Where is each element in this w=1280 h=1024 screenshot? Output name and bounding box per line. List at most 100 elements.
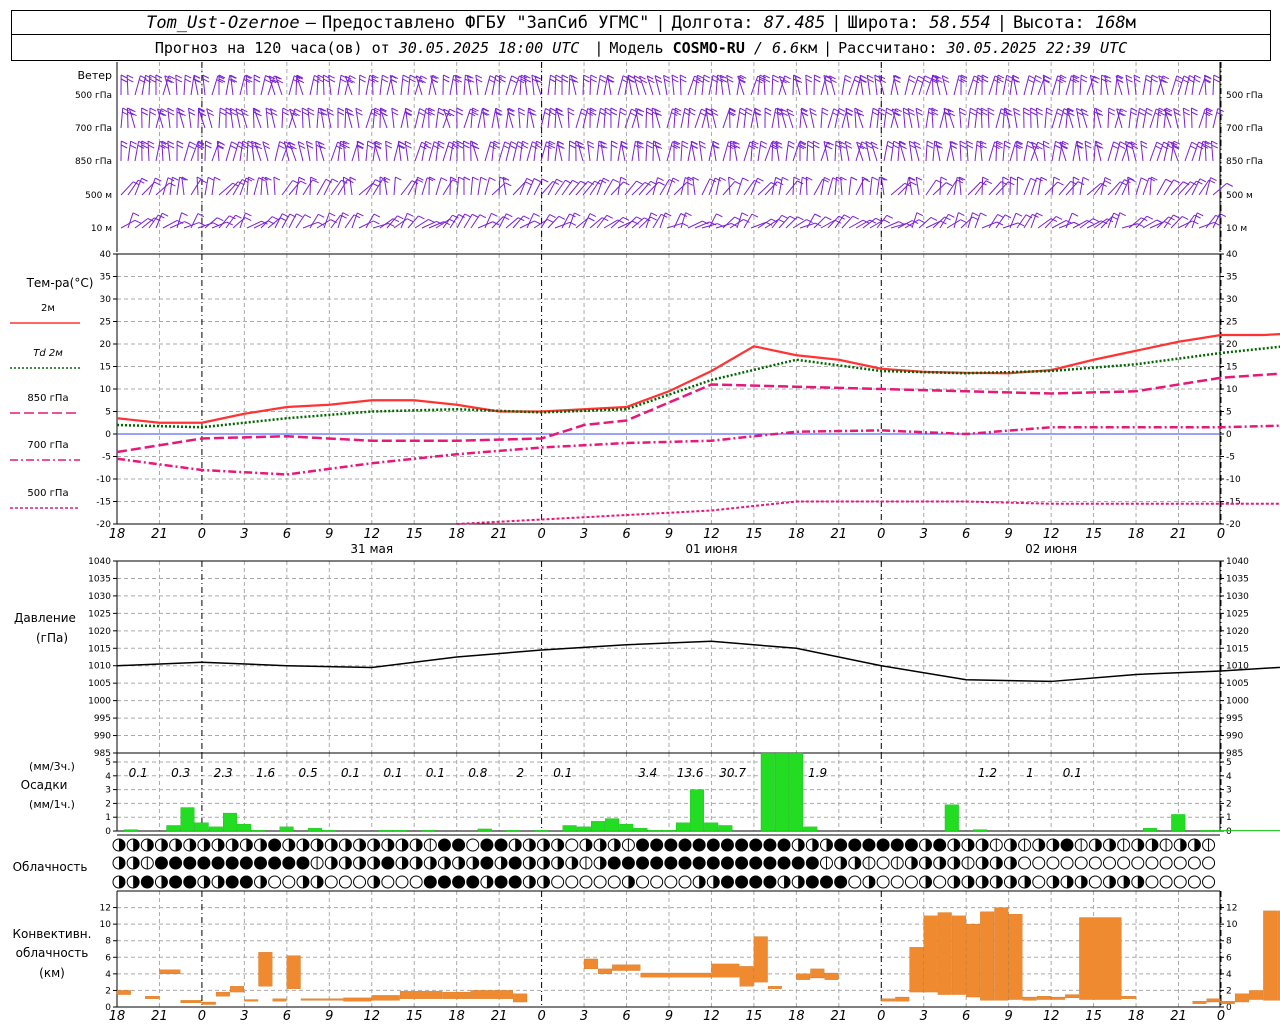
wind-barb-feather (148, 144, 155, 149)
cloud-symbol (169, 856, 183, 870)
wind-barb-feather (1145, 78, 1152, 83)
precip-total-label: 0.8 (468, 766, 487, 780)
wind-barb (785, 180, 798, 196)
wind-barb (865, 141, 871, 162)
precip-ytick-label-left: 5 (105, 758, 111, 768)
precip-ytick-label-right: 4 (1226, 772, 1232, 782)
press-grid (116, 560, 1222, 754)
wind-barb-feather (1133, 74, 1141, 79)
wind-level-label-right: 500 м (1226, 191, 1253, 201)
wind-barb-feather (302, 107, 309, 112)
wind-barb-feather (425, 140, 432, 145)
conv-ytick-label-left: 10 (100, 920, 112, 930)
cloud-symbol (876, 875, 890, 889)
wind-barb-feather (1126, 78, 1133, 83)
wind-barb-feather (689, 107, 696, 112)
wind-barb (995, 108, 1002, 129)
wind-barb (827, 215, 840, 229)
wind-barb-feather (872, 111, 879, 116)
wind-barb (568, 74, 571, 96)
cloud-symbol (791, 856, 805, 870)
cloud-symbol (862, 838, 876, 852)
wind-barb (981, 176, 984, 196)
precip-bar (1256, 830, 1271, 832)
precip-bar (1199, 830, 1214, 832)
wind-barb-feather (916, 79, 924, 84)
wind-barb (652, 140, 655, 162)
cloud-symbol (1103, 856, 1116, 870)
wind-barb-feather (646, 111, 653, 116)
conv-cloud-bar (470, 990, 513, 999)
wind-barb (134, 141, 140, 162)
cloud-symbol (763, 838, 777, 852)
wind-barb (512, 181, 526, 196)
cloud-symbol (1173, 875, 1187, 889)
wind-barb (799, 177, 803, 196)
wind-barb-feather (772, 78, 779, 83)
cloud-symbol-half (416, 857, 423, 869)
wind-barb (979, 141, 983, 162)
cloud-symbol-half (982, 839, 989, 851)
wind-barb (309, 75, 315, 96)
temp-series-line (116, 333, 1280, 424)
press-ytick-label-right: 990 (1226, 732, 1243, 742)
cloud-symbol (1187, 856, 1201, 870)
wind-barb (855, 75, 862, 96)
wind-barb (915, 177, 920, 196)
wind-barb-feather (1138, 111, 1146, 116)
wind-barb (820, 108, 823, 129)
wind-barb-feather (672, 78, 679, 83)
wind-barb (288, 75, 295, 96)
wind-barb (1037, 177, 1042, 196)
wind-barb-feather (887, 140, 894, 145)
wind-barb-feather (959, 107, 966, 112)
wind-barb-feather (970, 107, 977, 112)
temp-ytick-label-right: -5 (1226, 453, 1235, 463)
cloud-symbol (1187, 875, 1201, 889)
wind-barb (913, 141, 920, 162)
wind-barb-feather (1015, 212, 1023, 217)
precip-total-label: 0.1 (129, 766, 148, 780)
wind-barb (400, 213, 408, 229)
wind-barb (1079, 75, 1082, 96)
cloud-symbol-half (1081, 876, 1088, 888)
wind-barb (470, 214, 481, 229)
cloud-symbol-half (147, 839, 154, 851)
wind-barb (589, 74, 592, 96)
wind-barb-feather (126, 74, 134, 79)
cloud-symbol-half (529, 839, 536, 851)
wind-barb-feather (449, 108, 456, 113)
wind-barb (1002, 108, 1006, 129)
conv-cloud-bar (1079, 917, 1122, 1000)
cloud-symbol-half (161, 839, 168, 851)
conv-cloud-bar (300, 998, 344, 1001)
wind-barb (925, 141, 928, 162)
wind-barb (1114, 141, 1121, 162)
wind-barb-feather (997, 214, 1004, 218)
wind-barb-feather (518, 107, 525, 112)
wind-barb (596, 75, 601, 96)
wind-barb-feather (214, 176, 221, 181)
wind-barb (1051, 141, 1056, 162)
wind-barb-feather (680, 213, 687, 217)
wind-barb (673, 213, 682, 229)
wind-barb (1002, 141, 1006, 162)
wind-barb (757, 75, 761, 96)
wind-barb (1210, 141, 1214, 162)
cloud-symbol-half (133, 857, 140, 869)
precip-bar (690, 789, 705, 832)
wind-barb-feather (908, 78, 915, 83)
wind-barb (134, 75, 141, 96)
conv-ytick-label-right: 0 (1226, 1003, 1232, 1013)
wind-barb-feather (772, 74, 780, 79)
wind-barb-feather (1004, 140, 1011, 145)
wind-barb-feather (1030, 107, 1037, 112)
precip-bar (633, 828, 648, 832)
cloud-symbol-half (1010, 839, 1017, 851)
wind-barb-feather (657, 177, 664, 182)
wind-barb (181, 177, 185, 196)
wind-barb-feather (141, 177, 148, 182)
cloud-symbol-half (1180, 839, 1187, 851)
conv-cloud-bar (244, 999, 259, 1002)
conv-cloud-bar (1008, 914, 1023, 1000)
